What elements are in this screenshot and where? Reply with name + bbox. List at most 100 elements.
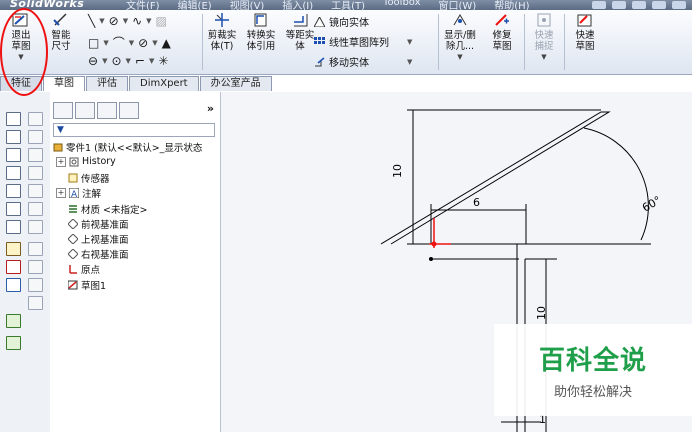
move-entities-button[interactable]: 移动实体 ▼ [314,54,412,69]
linear-pattern-button[interactable]: 线性草图阵列 ▼ [314,34,412,49]
line-icon[interactable]: ╲ [88,14,95,28]
dimension-text-10[interactable]: 10 [391,164,404,178]
text-icon[interactable]: ▨ [156,14,167,28]
tree-item-sketch1[interactable]: 草图1 [67,278,107,292]
relations-side-icon[interactable] [6,278,21,292]
tree-item-top-plane[interactable]: 上视基准面 [67,232,129,246]
repair-sketch-button[interactable]: 修复草图 [484,12,520,52]
new-icon[interactable] [592,1,606,9]
menu-insert[interactable]: 插入(I) [282,0,313,10]
dimension-text-10-right[interactable]: 10 [535,306,548,320]
view-toolbar-strip [0,92,51,432]
tree-item-annotations[interactable]: + A 注解 [56,186,101,200]
display-style-icon[interactable] [28,220,43,234]
ellipse-icon[interactable]: ⊘ [138,36,148,50]
inclined-bar-outline[interactable] [380,111,611,245]
watermark-subtitle: 助你轻松解决 [553,385,632,400]
appearance-manager-icon[interactable] [119,102,139,119]
chevron-down-icon[interactable]: ▼ [407,38,412,46]
menu-tools[interactable]: 工具(T) [331,0,365,10]
quick-snaps-button[interactable]: 快速捕捉 ▼ [527,12,561,63]
print-icon[interactable] [652,1,666,9]
expand-chevron-icon[interactable]: » [207,102,214,115]
tab-dimxpert[interactable]: DimXpert [129,76,199,91]
open-icon[interactable] [612,1,626,9]
table-icon[interactable] [28,112,43,126]
extrude-icon[interactable] [6,112,21,126]
fillet-icon[interactable]: ⌐ [135,54,145,68]
spline-icon[interactable]: ∿ [132,14,142,28]
appearance-icon[interactable] [28,260,43,274]
smart-dimension-button[interactable]: 智能尺寸 [44,12,78,52]
menu-view[interactable]: 视图(V) [230,0,265,10]
expand-icon[interactable]: + [56,156,66,167]
shell-icon[interactable] [6,220,21,234]
zoom-icon[interactable] [28,166,43,180]
hide-show-icon[interactable] [28,242,43,256]
propertymanager-icon[interactable] [75,102,95,119]
tree-item-label: 草图1 [81,281,107,292]
fillet-feature-icon[interactable] [6,202,21,216]
tree-item-front-plane[interactable]: 前视基准面 [67,217,129,231]
select-icon[interactable] [672,1,686,9]
separator [202,14,203,70]
pan-icon[interactable] [28,202,43,216]
tab-sketch[interactable]: 草图 [43,76,85,91]
mirror-entities-button[interactable]: 镜向实体 [313,14,369,29]
tree-item-sensors[interactable]: 传感器 [68,171,110,185]
configurationmanager-icon[interactable] [97,102,117,119]
circle-icon[interactable]: ⊘ [109,14,119,28]
sketch-icon[interactable] [6,242,21,256]
menu-file[interactable]: 文件(F) [126,0,160,10]
offset-entities-label: 等距实体 [285,30,315,52]
tree-root-part[interactable]: 零件1 (默认<<默认>_显示状态 [53,140,202,154]
rapid-sketch-label: 快速草图 [575,30,595,52]
plane-icon[interactable]: ▲ [162,36,171,50]
display-delete-relations-button[interactable]: 显示/删除几... ▼ [441,12,479,63]
rotate-icon[interactable] [28,184,43,198]
point-icon[interactable]: ⊙ [111,54,121,68]
sweep-icon[interactable] [6,148,21,162]
scene-icon[interactable] [28,278,43,292]
cut-icon[interactable] [6,184,21,198]
menu-help[interactable]: 帮助(H) [494,0,529,10]
tree-item-history[interactable]: + History [56,156,116,167]
featuremanager-icon[interactable] [53,102,73,119]
menu-window[interactable]: 窗口(W) [439,0,477,10]
centerline-icon[interactable]: ✳ [158,54,168,68]
tree-filter-input[interactable]: ▼ [53,123,215,137]
arc-icon[interactable]: ⌒ [113,34,125,51]
revolve-icon[interactable] [6,130,21,144]
tab-office-products[interactable]: 办公室产品 [199,76,272,91]
rapid-sketch-button[interactable]: 快速草图 [567,12,603,52]
tree-item-origin[interactable]: 原点 [68,262,100,276]
expand-icon[interactable]: + [56,188,66,198]
smart-dim-side-icon[interactable] [6,260,21,274]
trim-button[interactable]: 剪裁实体(T) [205,12,239,52]
block-icon[interactable] [6,336,21,350]
menu-toolbox[interactable]: Toolbox [383,0,421,10]
dimension-text-60[interactable]: 60° [640,194,663,215]
tree-item-right-plane[interactable]: 右视基准面 [67,247,129,261]
section-icon[interactable] [28,148,43,162]
slot-icon[interactable]: ⊖ [88,54,98,68]
dimension-text-6[interactable]: 6 [473,196,480,209]
linear-pattern-label: 线性草图阵列 [329,38,389,49]
loft-icon[interactable] [6,166,21,180]
tree-item-label: 注解 [82,189,102,200]
offset-entities-button[interactable]: 等距实体 [284,12,316,52]
save-icon[interactable] [632,1,646,9]
rapid-sketch-icon [576,12,594,28]
rectangle-icon[interactable]: □ [88,36,99,50]
convert-entities-button[interactable]: 转换实体引用 [243,12,279,52]
tab-evaluate[interactable]: 评估 [86,76,128,91]
tree-item-material[interactable]: 材质 <未指定> [68,202,147,216]
origin-point [431,241,437,247]
camera-icon[interactable] [28,296,43,310]
chevron-down-icon: ▼ [541,53,547,61]
repair-sketch-icon [493,12,511,28]
layout-icon[interactable] [6,314,21,328]
menu-edit[interactable]: 编辑(E) [178,0,212,10]
view-icon[interactable] [28,130,43,144]
chevron-down-icon[interactable]: ▼ [407,58,412,66]
